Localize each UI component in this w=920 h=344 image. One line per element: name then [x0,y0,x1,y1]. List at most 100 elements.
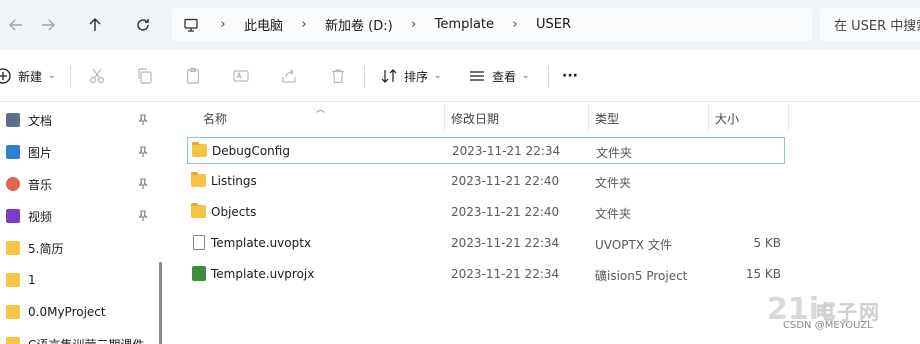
new-button[interactable]: 新建 ⌄ [0,62,56,90]
view-button[interactable]: 查看 ⌄ [468,62,530,90]
column-divider[interactable] [588,104,589,130]
chevron-down-icon: ⌄ [48,71,56,81]
sidebar-scrollbar[interactable] [159,262,162,344]
sidebar-item-label: C语言集训营三期课件 [28,336,144,344]
sort-ascending-icon: ︿ [316,105,326,115]
sidebar-item-c-course[interactable]: C语言集训营三期课件 [0,329,160,344]
sort-button[interactable]: 排序 ⌄ [380,62,442,90]
navigation-pane: 文档 图片 音乐 视频 5.简历 1 0.0MyProject C语言集训营三期… [0,102,165,344]
file-type: 文件夹 [595,176,632,190]
file-size: 15 KB [745,267,781,281]
sort-label: 排序 [404,69,429,84]
file-type: 礦ision5 Project [595,269,688,283]
chevron-right-icon[interactable]: › [210,17,236,32]
column-divider[interactable] [788,104,789,130]
plus-circle-icon [0,68,11,84]
picture-icon [6,145,20,159]
document-icon [6,113,20,127]
folder-icon [6,305,20,319]
column-header-date[interactable]: 修改日期 [451,110,499,127]
trash-icon [332,69,344,84]
refresh-icon [137,19,149,31]
sidebar-item-label: 音乐 [28,177,53,192]
file-name: Template.uvoptx [211,236,312,250]
share-button[interactable] [280,62,298,90]
divider [70,66,71,88]
sidebar-item-music[interactable]: 音乐 [0,169,160,199]
table-row[interactable]: Listings 2023-11-21 22:40 文件夹 [187,168,785,195]
file-name: Objects [211,205,257,219]
view-label: 查看 [492,69,517,84]
column-header-size[interactable]: 大小 [715,110,739,127]
chevron-down-icon: ⌄ [522,71,530,81]
pin-icon[interactable] [137,178,149,190]
breadcrumb-template[interactable]: Template [427,17,502,32]
breadcrumb-drive-d[interactable]: 新加卷 (D:) [317,15,401,34]
sidebar-item-videos[interactable]: 视频 [0,201,160,231]
column-divider[interactable] [708,104,709,130]
file-type: 文件夹 [595,207,632,221]
sort-icon [381,69,397,83]
back-button[interactable] [2,11,30,39]
file-size: 5 KB [753,236,781,250]
sidebar-item-documents[interactable]: 文档 [0,105,160,135]
sidebar-item-resume[interactable]: 5.简历 [0,233,160,263]
paste-button[interactable] [184,62,202,90]
video-icon [6,209,20,223]
column-header-type[interactable]: 类型 [595,110,619,127]
arrow-right-icon [42,19,55,31]
divider [364,66,365,88]
folder-icon [191,203,206,218]
sidebar-item-label: 视频 [28,209,53,224]
rename-icon [233,70,249,82]
copy-icon [138,68,152,84]
sidebar-item-label: 5.简历 [28,241,64,256]
table-row[interactable]: Template.uvprojx 2023-11-21 22:34 礦ision… [187,261,785,288]
file-date: 2023-11-21 22:34 [451,236,560,250]
computer-icon [172,17,210,33]
clipboard-icon [186,67,200,84]
address-field[interactable]: › 此电脑 › 新加卷 (D:) › Template › USER [172,8,812,41]
delete-button[interactable] [329,62,347,90]
more-options-button[interactable]: ··· [562,62,578,90]
new-label: 新建 [18,69,43,84]
table-row[interactable]: Template.uvoptx 2023-11-21 22:34 UVOPTX … [187,230,785,257]
forward-button[interactable] [34,11,62,39]
breadcrumb-user[interactable]: USER [528,17,579,32]
column-divider[interactable] [444,104,445,130]
file-name: Listings [211,174,257,188]
table-row[interactable]: Objects 2023-11-21 22:40 文件夹 [187,199,785,226]
watermark: 21ic 电子网 CSDN @MEYOUZL [765,292,920,344]
chevron-right-icon[interactable]: › [401,17,427,32]
arrow-up-icon [89,18,101,31]
rename-button[interactable] [232,62,250,90]
sidebar-item-pictures[interactable]: 图片 [0,137,160,167]
folder-icon [6,241,20,255]
chevron-down-icon: ⌄ [434,71,442,81]
up-button[interactable] [81,11,109,39]
file-type: 文件夹 [596,146,633,160]
folder-icon [191,172,206,187]
file-date: 2023-11-21 22:40 [451,205,560,219]
chevron-right-icon[interactable]: › [291,17,317,32]
sidebar-item-1[interactable]: 1 [0,265,160,295]
pin-icon[interactable] [137,114,149,126]
file-icon [193,235,205,250]
table-row[interactable]: DebugConfig 2023-11-21 22:34 文件夹 [187,137,785,164]
search-input[interactable]: 在 USER 中搜索 [820,8,920,41]
copy-button[interactable] [136,62,154,90]
chevron-right-icon[interactable]: › [502,17,528,32]
file-name: Template.uvprojx [211,267,315,281]
pin-icon[interactable] [137,146,149,158]
pin-icon[interactable] [137,210,149,222]
sidebar-item-myproject[interactable]: 0.0MyProject [0,297,160,327]
cut-button[interactable] [88,62,106,90]
sidebar-item-label: 文档 [28,113,53,128]
watermark-credit: CSDN @MEYOUZL [783,320,873,331]
scissors-icon [89,68,105,84]
column-header-name[interactable]: 名称 [203,110,227,127]
breadcrumb-this-pc[interactable]: 此电脑 [236,15,291,34]
folder-icon [192,142,207,157]
file-name: DebugConfig [212,144,290,158]
refresh-button[interactable] [129,11,157,39]
